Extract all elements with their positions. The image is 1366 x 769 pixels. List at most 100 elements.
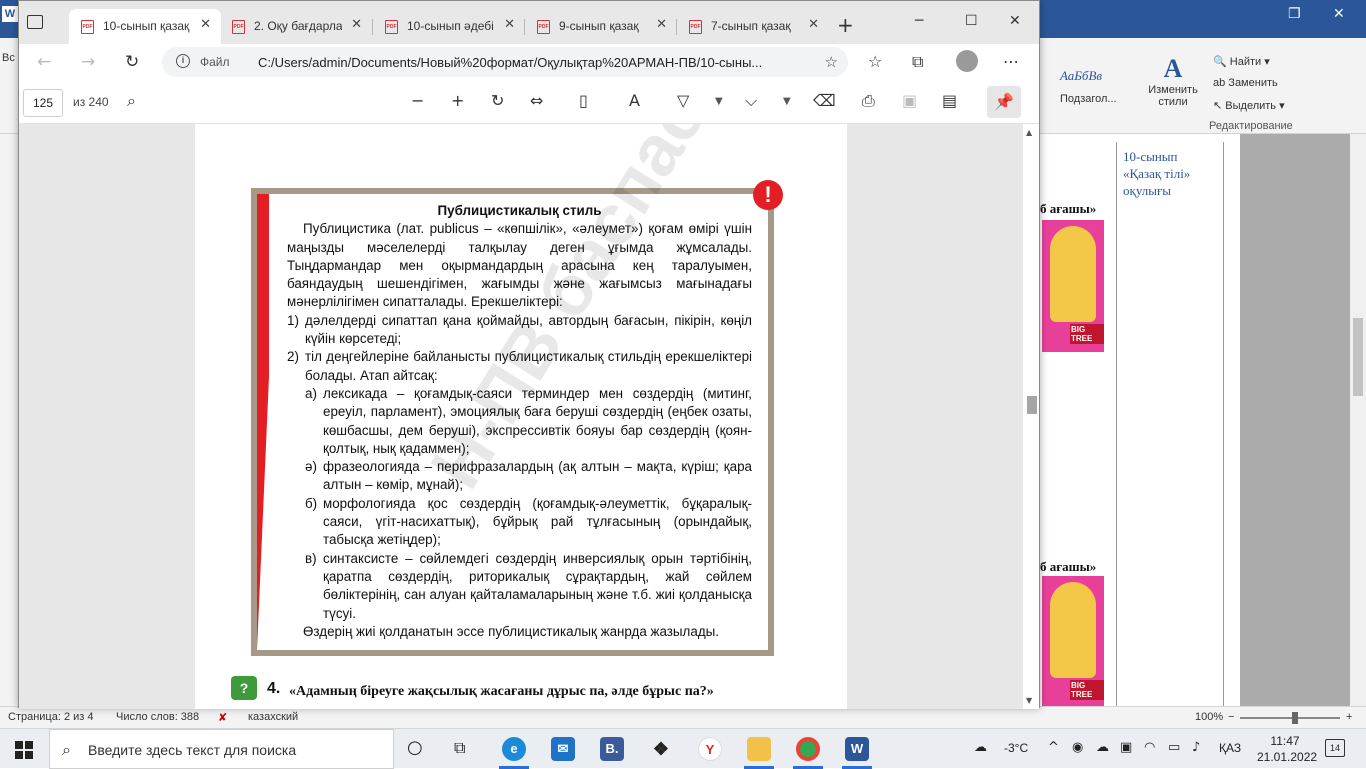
style-preview[interactable]: АаБбВв (1060, 68, 1102, 84)
zoom-slider[interactable] (1240, 717, 1340, 719)
tab-10-adebiet[interactable]: PDF 10-сынып әдебі ✕ (373, 9, 525, 44)
replace-button[interactable]: ab Заменить (1213, 77, 1278, 89)
input-language[interactable]: ҚАЗ (1219, 741, 1241, 755)
pdf-icon: PDF (537, 20, 550, 34)
status-word-count[interactable]: Число слов: 388 (116, 711, 199, 723)
book-cover-image-1[interactable]: BIG TREE (1042, 220, 1104, 352)
tab-close-icon[interactable]: ✕ (351, 17, 362, 32)
scroll-up-icon[interactable]: ▲ (1026, 128, 1032, 137)
pdf-icon: PDF (689, 20, 702, 34)
cortana-icon[interactable]: ○ (407, 737, 423, 758)
weather-icon[interactable]: ☁ (974, 740, 987, 755)
word-restore-icon[interactable]: ❐ (1288, 6, 1301, 22)
minimize-icon[interactable]: ─ (915, 13, 923, 29)
zoom-slider-knob[interactable] (1292, 712, 1298, 724)
new-tab-icon[interactable]: + (837, 13, 854, 37)
select-button[interactable]: ↖ Выделить ▾ (1213, 99, 1285, 112)
find-icon[interactable]: ⌕ (127, 91, 136, 111)
file-explorer-icon[interactable] (747, 737, 771, 761)
page-view-icon[interactable]: ▯ (579, 91, 588, 110)
chrome-icon[interactable] (796, 737, 820, 761)
page-number-input[interactable]: 125 (23, 89, 63, 117)
pdf-vertical-scrollbar[interactable]: ▲ ▼ (1023, 124, 1039, 709)
find-button[interactable]: 🔍 Найти ▾ (1213, 55, 1270, 68)
status-language[interactable]: казахский (248, 711, 298, 723)
zoom-out-icon[interactable]: − (411, 91, 424, 110)
b-app-icon[interactable]: B. (600, 737, 624, 761)
notification-center-icon[interactable]: 14 (1325, 739, 1345, 757)
tab-close-icon[interactable]: ✕ (656, 17, 667, 32)
tab-9-kazakh[interactable]: PDF 9-сынып қазақ ✕ (525, 9, 677, 44)
tab-close-icon[interactable]: ✕ (200, 17, 211, 32)
read-aloud-icon[interactable]: A (629, 91, 640, 110)
status-page[interactable]: Страница: 2 из 4 (8, 711, 94, 723)
eraser-icon[interactable]: ⌫ (813, 91, 836, 110)
zoom-level[interactable]: 100% (1195, 711, 1223, 723)
tab-actions-icon[interactable] (27, 15, 43, 29)
tab-close-icon[interactable]: ✕ (504, 17, 515, 32)
style-subheading-label[interactable]: Подзагол... (1060, 93, 1117, 105)
edge-icon[interactable]: e (502, 737, 526, 761)
taskbar-search[interactable]: ⌕ Введите здесь текст для поиска (49, 729, 394, 769)
comment-line-2: «Қазақ тілі» (1123, 166, 1191, 181)
address-bar[interactable]: i Файл C:/Users/admin/Documents/Новый%20… (162, 47, 848, 77)
word-scroll-thumb[interactable] (1353, 318, 1363, 396)
highlight-icon[interactable]: ⌵ (745, 91, 757, 111)
search-placeholder: Введите здесь текст для поиска (88, 742, 297, 758)
save-as-icon[interactable]: ▤ (942, 91, 957, 110)
dropbox-icon[interactable]: ❖ (649, 737, 673, 761)
collections-icon[interactable]: ⧉ (912, 52, 923, 72)
profile-avatar[interactable] (956, 50, 978, 72)
maximize-icon[interactable]: ☐ (965, 13, 978, 29)
pin-toolbar-icon[interactable]: 📌 (987, 86, 1021, 118)
save-icon[interactable]: ▣ (902, 91, 917, 110)
volume-icon[interactable]: ♪ (1192, 740, 1200, 755)
back-icon[interactable]: ← (37, 52, 51, 72)
word-close-icon[interactable]: ✕ (1333, 6, 1345, 22)
tray-chevron-icon[interactable]: ^ (1048, 740, 1059, 755)
zoom-out-icon[interactable]: − (1228, 711, 1234, 723)
word-taskbar-icon[interactable]: W (845, 737, 869, 761)
address-url[interactable]: C:/Users/admin/Documents/Новый%20формат/… (258, 55, 818, 70)
pdf-viewer: ! Публицистикалық стиль Публицистика (ла… (19, 124, 1023, 709)
tab-strip: PDF 10-сынып қазақ ✕ PDF 2. Оқу бағдарла… (19, 1, 1039, 44)
highlight-options-chevron-icon[interactable]: ▼ (783, 96, 791, 107)
word-vertical-scrollbar[interactable] (1350, 134, 1366, 706)
display-icon[interactable]: ▣ (1120, 740, 1132, 755)
yandex-icon[interactable]: Y (698, 737, 722, 761)
battery-icon[interactable]: ▭ (1168, 740, 1180, 755)
close-window-icon[interactable]: ✕ (1009, 13, 1021, 29)
zoom-in-icon[interactable]: + (451, 91, 464, 110)
start-windows-icon[interactable] (15, 741, 33, 759)
book-cover-image-2[interactable]: BIG TREE (1042, 576, 1104, 708)
onedrive-icon[interactable]: ☁ (1096, 740, 1109, 755)
tab-close-icon[interactable]: ✕ (808, 17, 819, 32)
spellcheck-icon[interactable]: ✘ (218, 711, 227, 724)
network-icon[interactable]: ◠ (1144, 740, 1155, 755)
tab-title: 9-сынып қазақ (559, 19, 639, 33)
forward-icon[interactable]: → (81, 52, 95, 72)
info-icon[interactable]: i (176, 54, 190, 68)
change-styles-button[interactable]: A Изменить стили (1143, 54, 1203, 108)
clock[interactable]: 11:47 21.01.2022 (1257, 733, 1317, 765)
fit-page-icon[interactable]: ⇔ (530, 91, 543, 110)
weather-temperature[interactable]: -3°C (1004, 741, 1028, 755)
zoom-in-icon[interactable]: + (1346, 711, 1352, 723)
scroll-down-icon[interactable]: ▼ (1026, 696, 1032, 705)
task-view-icon[interactable]: ⧉ (454, 738, 465, 758)
word-comment-balloon[interactable]: 10-сынып «Қазақ тілі» оқулығы (1116, 142, 1224, 706)
tab-7-kazakh[interactable]: PDF 7-сынып қазақ ✕ (677, 9, 829, 44)
draw-icon[interactable]: ▽ (677, 91, 689, 110)
tab-10-kazakh[interactable]: PDF 10-сынып қазақ ✕ (69, 9, 221, 44)
refresh-icon[interactable]: ↻ (125, 52, 139, 72)
rotate-icon[interactable]: ↻ (491, 91, 504, 110)
tray-app-icon[interactable]: ◉ (1072, 740, 1083, 755)
print-icon[interactable]: ⎙ (862, 91, 875, 111)
mail-icon[interactable]: ✉ (551, 737, 575, 761)
add-favorite-icon[interactable]: ☆ (825, 53, 838, 71)
tab-oku-bagdarlama[interactable]: PDF 2. Оқу бағдарла ✕ (220, 9, 372, 44)
draw-options-chevron-icon[interactable]: ▼ (715, 96, 723, 107)
favorites-icon[interactable]: ☆ (868, 52, 882, 71)
pdf-scroll-thumb[interactable] (1027, 396, 1037, 414)
more-menu-icon[interactable]: ⋯ (1003, 52, 1019, 71)
